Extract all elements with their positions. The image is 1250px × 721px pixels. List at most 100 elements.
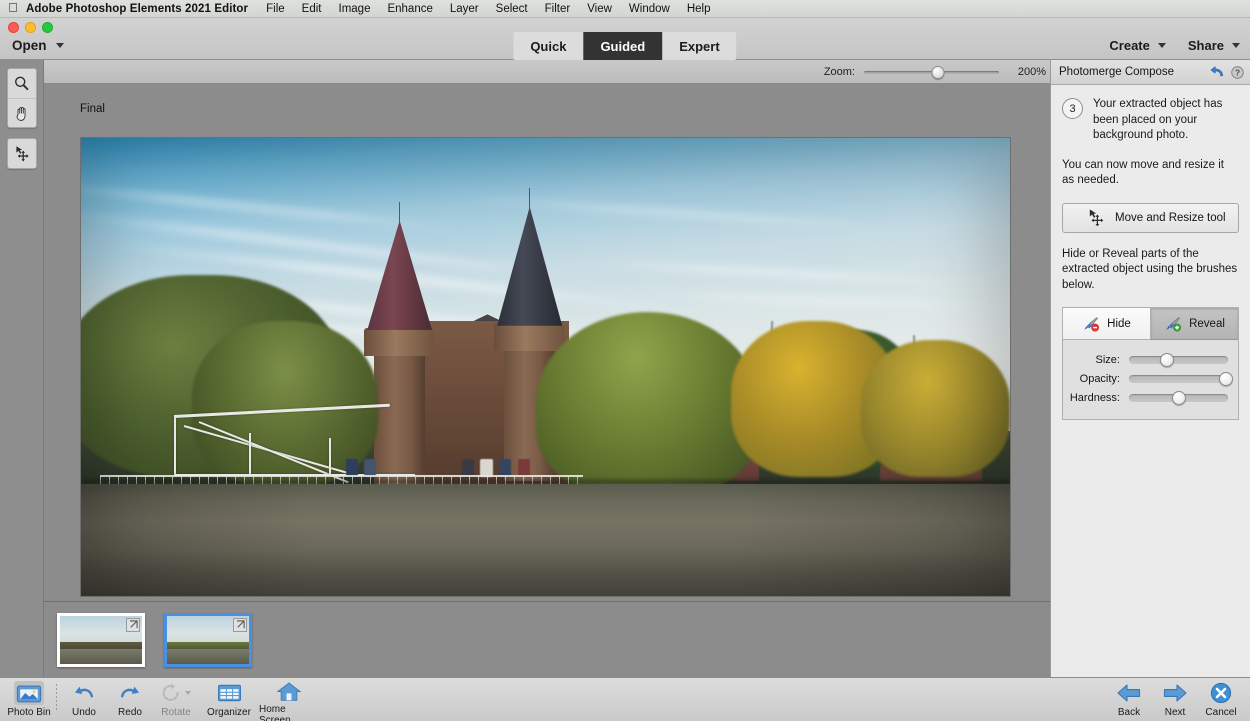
mode-tabs: Quick Guided Expert [513, 32, 737, 60]
menu-item-filter[interactable]: Filter [545, 3, 571, 15]
editor-canvas-column: Zoom: 200% Final [44, 60, 1050, 677]
chevron-down-icon [55, 43, 64, 48]
move-arrows-icon [1089, 209, 1104, 227]
opacity-slider-label: Opacity: [1079, 372, 1120, 385]
back-button[interactable]: Back [1106, 678, 1152, 721]
create-menu-button[interactable]: Create [1109, 38, 1166, 53]
redo-label: Redo [118, 707, 142, 718]
home-icon [277, 682, 301, 701]
home-screen-label: Home Screen [259, 704, 291, 721]
zoom-tool[interactable] [8, 69, 36, 98]
list-item[interactable] [57, 612, 145, 667]
zoom-percentage: 200% [1017, 66, 1046, 78]
zoom-slider-handle[interactable] [931, 65, 945, 79]
zoom-toolbar: Zoom: 200% [44, 60, 1050, 84]
opacity-slider-handle[interactable] [1219, 371, 1234, 386]
home-screen-button[interactable]: Home Screen [259, 678, 319, 721]
svg-text:?: ? [1235, 67, 1240, 77]
composite-photo-image [81, 138, 1010, 596]
move-arrows-icon [16, 146, 29, 162]
redo-button[interactable]: Redo [107, 678, 153, 721]
window-traffic-lights [8, 22, 53, 33]
chevron-down-icon [1157, 43, 1166, 48]
minimize-window-button[interactable] [25, 22, 36, 33]
create-menu-label: Create [1109, 38, 1150, 53]
close-window-button[interactable] [8, 22, 19, 33]
tab-expert[interactable]: Expert [662, 32, 737, 60]
tool-group-view [6, 68, 37, 128]
opacity-slider-row: Opacity: [1067, 369, 1234, 388]
next-button[interactable]: Next [1152, 678, 1198, 721]
next-label: Next [1164, 707, 1186, 718]
back-label: Back [1117, 707, 1141, 718]
share-menu-button[interactable]: Share [1188, 38, 1240, 53]
size-slider[interactable] [1129, 352, 1228, 367]
application-name: Adobe Photoshop Elements 2021 Editor [26, 2, 249, 15]
rotate-label: Rotate [161, 707, 191, 718]
menu-item-file[interactable]: File [266, 3, 285, 15]
reveal-brush-label: Reveal [1189, 317, 1225, 330]
maximize-window-button[interactable] [42, 22, 53, 33]
menu-item-window[interactable]: Window [629, 3, 670, 15]
hardness-slider-row: Hardness: [1067, 388, 1228, 407]
chevron-down-icon [1232, 43, 1240, 48]
tools-sidebar [0, 60, 44, 677]
menu-item-view[interactable]: View [587, 3, 612, 15]
cancel-label: Cancel [1205, 707, 1237, 718]
size-slider-label: Size: [1095, 353, 1120, 366]
brush-controls: Hide Reveal Size: Opacity: Hardness: [1062, 307, 1239, 421]
size-slider-row: Size: [1067, 350, 1228, 369]
hide-brush-button[interactable]: Hide [1063, 308, 1150, 341]
step-instruction-text: Your extracted object has been placed on… [1093, 98, 1223, 142]
hardness-slider[interactable] [1129, 390, 1228, 405]
expand-thumbnail-icon[interactable] [126, 617, 140, 632]
brush-plus-icon [1166, 316, 1182, 332]
reset-arrow-icon[interactable] [1210, 65, 1225, 79]
organizer-label: Organizer [207, 707, 251, 718]
photo-canvas[interactable] [80, 137, 1011, 597]
step-number-badge: 3 [1062, 98, 1083, 119]
chevron-down-icon [185, 691, 191, 695]
tab-quick[interactable]: Quick [513, 32, 584, 60]
menu-item-edit[interactable]: Edit [302, 3, 322, 15]
app-top-bar: Open Quick Guided Expert Create Share [0, 18, 1250, 60]
move-tool[interactable] [8, 139, 36, 168]
brush-instructions-text: Hide or Reveal parts of the extracted ob… [1062, 247, 1238, 291]
apple-logo-icon[interactable]:  [0, 1, 26, 16]
taskbar-right-group: Back Next Cancel [1106, 678, 1244, 721]
list-item[interactable] [164, 612, 252, 667]
menu-item-layer[interactable]: Layer [450, 3, 479, 15]
hardness-slider-handle[interactable] [1171, 390, 1186, 405]
cancel-button[interactable]: Cancel [1198, 678, 1244, 721]
menu-item-enhance[interactable]: Enhance [387, 3, 432, 15]
rotate-button[interactable]: Rotate [153, 678, 199, 721]
tab-guided[interactable]: Guided [583, 32, 663, 60]
opacity-slider[interactable] [1129, 371, 1234, 386]
expand-thumbnail-icon[interactable] [233, 617, 247, 632]
photo-bin-icon [16, 685, 42, 702]
reveal-brush-button[interactable]: Reveal [1150, 308, 1238, 341]
open-button[interactable]: Open [12, 38, 64, 53]
hide-brush-label: Hide [1107, 317, 1131, 330]
taskbar-left-group: Photo Bin Undo Redo Rotate Organizer Hom… [6, 678, 319, 721]
hand-tool[interactable] [7, 98, 36, 127]
size-slider-handle[interactable] [1159, 352, 1174, 367]
magnifier-icon [15, 76, 29, 91]
tool-group-move [6, 138, 37, 169]
help-icon[interactable]: ? [1231, 65, 1244, 79]
menu-item-select[interactable]: Select [496, 3, 528, 15]
menu-item-image[interactable]: Image [339, 3, 371, 15]
organizer-button[interactable]: Organizer [199, 678, 259, 721]
open-button-label: Open [12, 38, 47, 53]
move-and-resize-tool-label: Move and Resize tool [1115, 211, 1226, 224]
menu-item-help[interactable]: Help [687, 3, 711, 15]
redo-arrow-icon [120, 686, 140, 697]
zoom-slider[interactable] [864, 65, 999, 79]
undo-arrow-icon [74, 686, 94, 697]
move-and-resize-tool-button[interactable]: Move and Resize tool [1062, 202, 1239, 233]
undo-button[interactable]: Undo [61, 678, 107, 721]
photo-bin-label: Photo Bin [7, 707, 51, 718]
brush-mode-tabs: Hide Reveal [1063, 308, 1238, 341]
panel-title: Photomerge Compose [1059, 66, 1175, 78]
photo-bin-button[interactable]: Photo Bin [6, 678, 52, 721]
